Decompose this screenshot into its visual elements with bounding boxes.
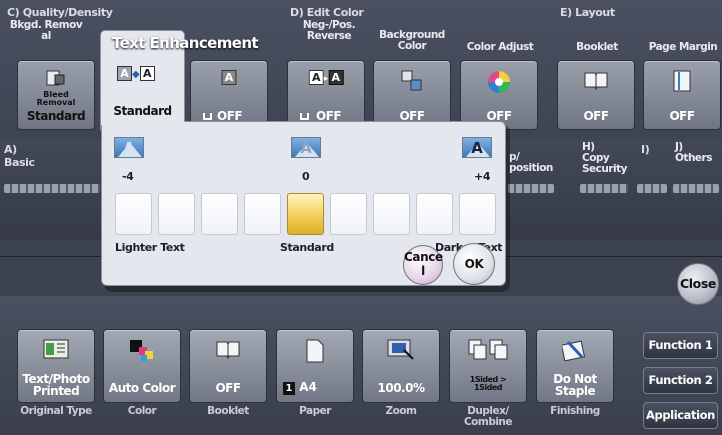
text-enhancement-icon: A ◆ A bbox=[117, 66, 155, 81]
booklet-button[interactable]: OFF bbox=[189, 329, 267, 403]
cancel-button[interactable]: Cance l bbox=[403, 245, 443, 285]
lighter-text-caption: Lighter Text bbox=[115, 241, 185, 254]
bkgd-removal-label: Bkgd. Remov al bbox=[9, 19, 83, 42]
function1-tab[interactable]: Function 1 bbox=[643, 332, 718, 359]
close-button[interactable]: Close bbox=[677, 263, 719, 305]
booklet-top-value: OFF bbox=[583, 109, 609, 123]
paper-caption: Paper bbox=[299, 405, 331, 417]
level-option[interactable] bbox=[244, 193, 281, 235]
color-wheel-icon bbox=[487, 70, 511, 97]
auto-color-icon bbox=[129, 339, 155, 366]
background-color-label: Background Color bbox=[379, 29, 445, 52]
lighter-text-icon: A bbox=[114, 137, 144, 158]
neg-pos-reverse-button[interactable]: A ▸ A OFF bbox=[287, 60, 365, 130]
scale-mid-label: 0 bbox=[302, 170, 310, 183]
tray-number: 1 bbox=[283, 382, 295, 395]
paper-icon bbox=[306, 339, 324, 366]
paper-button[interactable]: 1 A4 bbox=[276, 329, 354, 403]
glossy-button[interactable]: A OFF bbox=[190, 60, 268, 130]
color-value: Auto Color bbox=[108, 381, 176, 395]
basic-tab-letter: A) bbox=[4, 143, 17, 156]
standard-text-icon: A bbox=[291, 137, 321, 158]
level-option[interactable] bbox=[416, 193, 453, 235]
zoom-button[interactable]: 100.0% bbox=[362, 329, 440, 403]
neg-pos-reverse-label: Neg-/Pos. Reverse bbox=[302, 19, 356, 42]
background-color-icon bbox=[401, 70, 423, 95]
application-position-tab-strip[interactable] bbox=[508, 184, 554, 193]
standard-caption: Standard bbox=[280, 241, 334, 254]
booklet-label: Booklet bbox=[576, 41, 618, 53]
application-position-label[interactable]: p/position bbox=[509, 152, 557, 174]
color-adjust-button[interactable]: OFF bbox=[460, 60, 538, 130]
section-quality-density: C) Quality/Density bbox=[7, 6, 113, 19]
level-option[interactable] bbox=[115, 193, 152, 235]
popup-title: Text Enhancement bbox=[112, 34, 259, 52]
level-option[interactable] bbox=[158, 193, 195, 235]
finishing-value: Do Not Staple bbox=[553, 372, 597, 398]
duplex-value: 1Sided > 1Sided bbox=[469, 375, 507, 392]
booklet-top-button[interactable]: OFF bbox=[557, 60, 635, 130]
page-margin-value: OFF bbox=[669, 109, 695, 123]
page-margin-icon bbox=[672, 70, 692, 95]
original-type-button[interactable]: Text/Photo Printed bbox=[17, 329, 95, 403]
bleed-removal-value: Standard bbox=[26, 109, 86, 123]
color-caption: Color bbox=[127, 405, 157, 417]
color-button[interactable]: Auto Color bbox=[103, 329, 181, 403]
tab-i-strip[interactable] bbox=[637, 184, 667, 193]
section-layout: E) Layout bbox=[560, 6, 615, 19]
level-option[interactable] bbox=[459, 193, 496, 235]
duplex-icon bbox=[468, 339, 508, 364]
lock-icon bbox=[203, 113, 212, 120]
tab-i-letter: I) bbox=[641, 143, 650, 156]
bleed-removal-button[interactable]: Bleed Removal Standard bbox=[17, 60, 95, 130]
color-adjust-label: Color Adjust bbox=[466, 41, 534, 53]
application-tab[interactable]: Application bbox=[643, 402, 718, 429]
zoom-icon bbox=[387, 339, 415, 364]
others-tab-label[interactable]: J) Others bbox=[675, 142, 720, 164]
zoom-value: 100.0% bbox=[377, 381, 425, 395]
zoom-caption: Zoom bbox=[385, 405, 417, 417]
bleed-removal-icon bbox=[46, 69, 66, 90]
finishing-button[interactable]: Do Not Staple bbox=[536, 329, 614, 403]
original-type-caption: Original Type bbox=[20, 405, 92, 417]
original-type-value: Text/Photo Printed bbox=[22, 372, 90, 398]
level-option[interactable] bbox=[373, 193, 410, 235]
scale-min-label: -4 bbox=[122, 170, 134, 183]
section-edit-color: D) Edit Color bbox=[290, 6, 364, 19]
booklet-caption: Booklet bbox=[207, 405, 249, 417]
background-color-button[interactable]: OFF bbox=[373, 60, 451, 130]
function2-tab[interactable]: Function 2 bbox=[643, 367, 718, 394]
duplex-combine-caption: Duplex/Combine bbox=[463, 405, 513, 428]
basic-tab-strip[interactable] bbox=[4, 184, 100, 193]
booklet-value: OFF bbox=[215, 381, 241, 395]
duplex-combine-button[interactable]: 1Sided > 1Sided bbox=[449, 329, 527, 403]
paper-value: A4 bbox=[299, 380, 317, 394]
neg-pos-icon: A ▸ A bbox=[308, 70, 344, 85]
level-option[interactable] bbox=[201, 193, 238, 235]
text-photo-icon bbox=[43, 339, 69, 362]
staple-icon bbox=[560, 339, 588, 364]
page-margin-label: Page Margin bbox=[648, 41, 718, 53]
page-margin-button[interactable]: OFF bbox=[643, 60, 721, 130]
booklet-icon bbox=[583, 70, 609, 93]
basic-tab-label[interactable]: Basic bbox=[4, 156, 35, 169]
level-option[interactable] bbox=[330, 193, 367, 235]
ok-button[interactable]: OK bbox=[453, 243, 495, 285]
level-option-selected[interactable] bbox=[287, 193, 324, 235]
scale-max-label: +4 bbox=[474, 170, 491, 183]
others-tab-strip[interactable] bbox=[673, 184, 719, 193]
text-enhancement-value: Standard bbox=[113, 104, 172, 118]
darker-text-icon: A bbox=[462, 137, 492, 158]
glossy-icon: A bbox=[221, 70, 237, 85]
booklet-icon bbox=[215, 339, 241, 362]
lock-icon bbox=[300, 113, 309, 120]
finishing-caption: Finishing bbox=[550, 405, 600, 417]
copy-security-tab-strip[interactable] bbox=[580, 184, 628, 193]
copy-security-label[interactable]: H) Copy Security bbox=[582, 142, 632, 175]
